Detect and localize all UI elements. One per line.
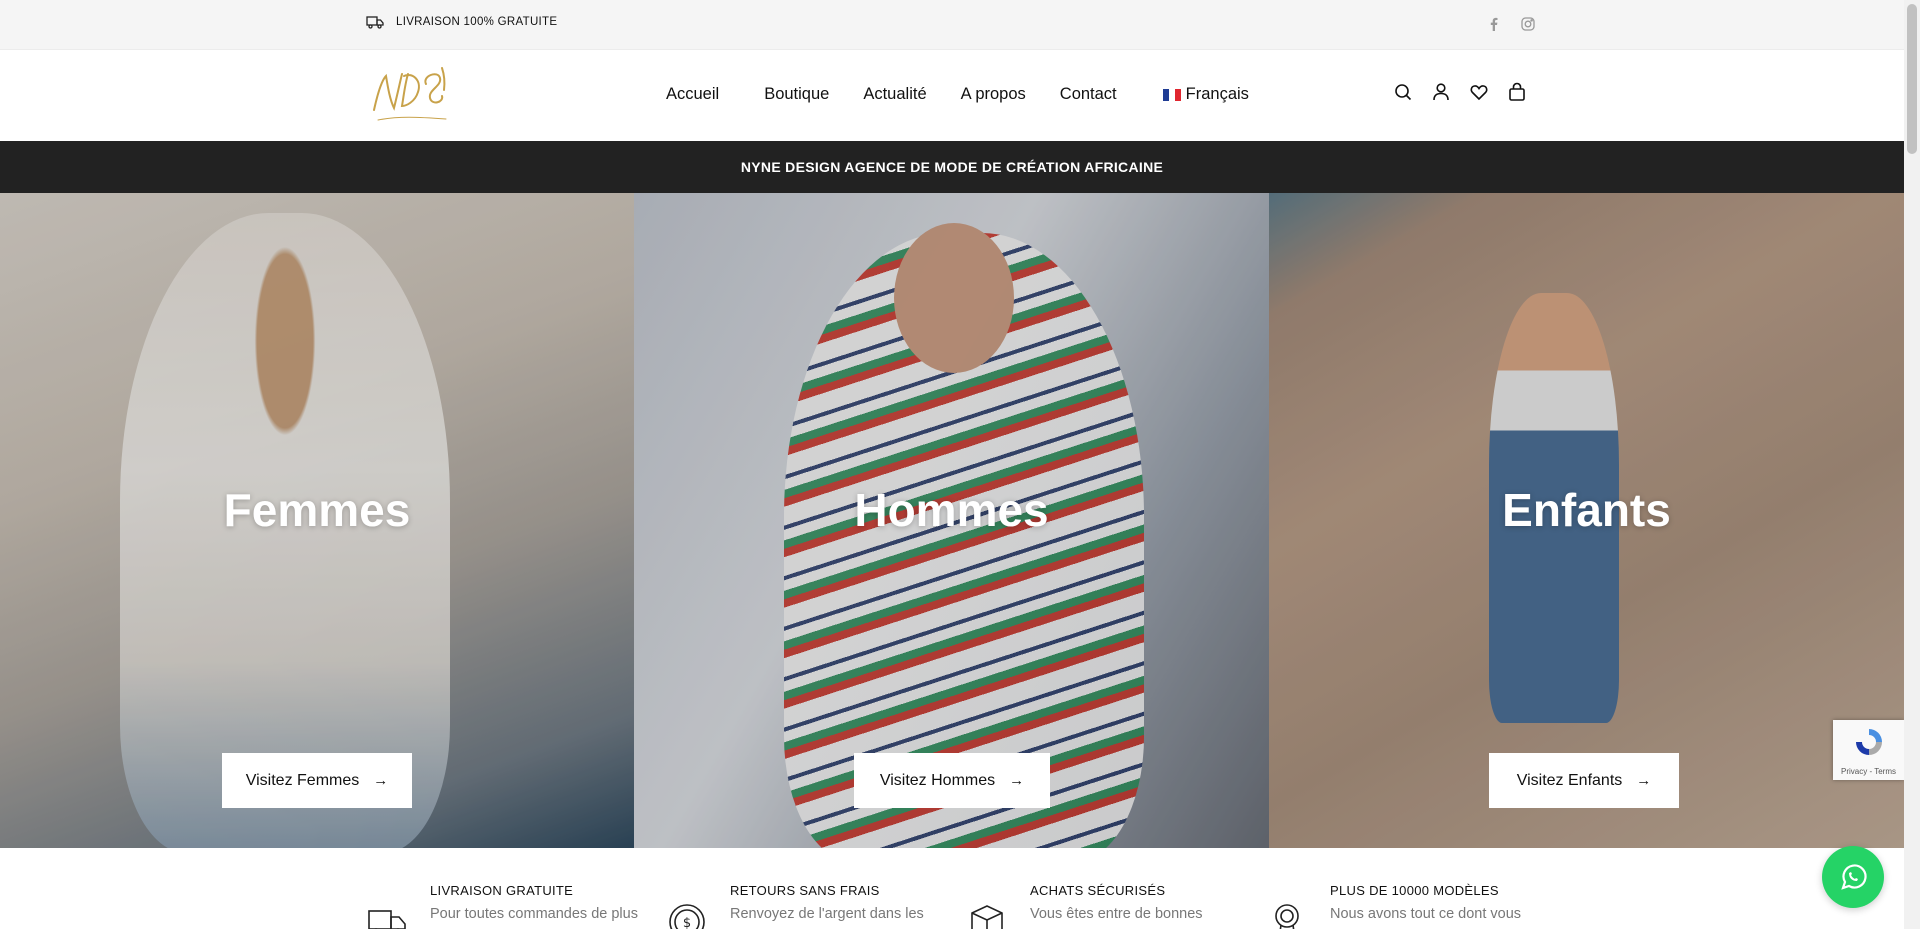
arrow-right-icon: → (373, 772, 389, 789)
feature-title: RETOURS SANS FRAIS (730, 883, 880, 898)
nav-news[interactable]: Actualité (863, 85, 926, 104)
arrow-right-icon: → (1009, 772, 1025, 789)
feature-text: Pour toutes commandes de plus (430, 906, 638, 922)
wishlist-icon[interactable] (1470, 82, 1488, 102)
visit-women-button[interactable]: Visitez Femmes → (222, 753, 412, 808)
category-title: Enfants (1502, 484, 1671, 536)
language-selector[interactable]: Français (1162, 85, 1249, 104)
recaptcha-badge[interactable]: Privacy - Terms (1833, 720, 1904, 780)
feature-item: ACHATS SÉCURISÉS Vous êtes entre de bonn… (966, 883, 1203, 929)
money-return-icon: $ (669, 904, 705, 929)
arrow-right-icon: → (1636, 772, 1652, 789)
feature-text: Nous avons tout ce dont vous (1330, 906, 1522, 922)
category-title: Femmes (223, 484, 411, 536)
button-label: Visitez Hommes (879, 771, 996, 789)
top-bar: LIVRAISON 100% GRATUITE (0, 0, 1904, 50)
category-banners: Femmes Visitez Femmes → Hommes Visitez H… (0, 193, 1904, 848)
feature-text: Renvoyez de l'argent dans les (730, 906, 924, 922)
features-row: LIVRAISON GRATUITE Pour toutes commandes… (0, 848, 1904, 929)
category-kids[interactable]: Enfants Visitez Enfants → (1269, 193, 1904, 848)
svg-text:$: $ (683, 916, 691, 929)
scrollbar-thumb[interactable] (1907, 4, 1917, 154)
social-links (1486, 16, 1536, 32)
main-header: Accueil Boutique Actualité A propos Cont… (0, 50, 1904, 141)
whatsapp-icon (1841, 864, 1867, 890)
secure-box-icon (971, 905, 1003, 929)
nav-about[interactable]: A propos (961, 85, 1026, 104)
cart-icon[interactable] (1508, 82, 1526, 102)
category-title: Hommes (854, 484, 1049, 536)
button-label: Visitez Femmes (245, 771, 360, 789)
facebook-icon[interactable] (1486, 16, 1502, 32)
brand-logo[interactable] (368, 62, 452, 128)
feature-item: PLUS DE 10000 MODÈLES Nous avons tout ce… (1266, 883, 1521, 929)
feature-text: Vous êtes entre de bonnes (1030, 906, 1203, 922)
shipping-notice: LIVRAISON 100% GRATUITE (366, 15, 557, 29)
medal-icon (1275, 904, 1299, 929)
recaptcha-links[interactable]: Privacy - Terms (1833, 767, 1904, 776)
whatsapp-button[interactable] (1822, 846, 1884, 908)
shipping-text: LIVRAISON 100% GRATUITE (396, 16, 558, 28)
feature-title: PLUS DE 10000 MODÈLES (1330, 883, 1499, 898)
recaptcha-icon (1856, 729, 1882, 755)
feature-item: LIVRAISON GRATUITE Pour toutes commandes… (366, 883, 638, 929)
category-men[interactable]: Hommes Visitez Hommes → (634, 193, 1269, 848)
announcement-bar: NYNE DESIGN AGENCE DE MODE DE CRÉATION A… (0, 141, 1904, 193)
nav-contact[interactable]: Contact (1060, 85, 1117, 104)
truck-icon (366, 16, 384, 29)
search-icon[interactable] (1394, 82, 1412, 102)
account-icon[interactable] (1432, 82, 1450, 102)
nav-shop[interactable]: Boutique (764, 85, 829, 104)
category-women[interactable]: Femmes Visitez Femmes → (0, 193, 634, 848)
main-nav: Accueil Boutique Actualité A propos Cont… (666, 85, 1249, 104)
instagram-icon[interactable] (1520, 16, 1536, 32)
page-scrollbar[interactable] (1904, 0, 1920, 929)
button-label: Visitez Enfants (1516, 771, 1623, 789)
language-label: Français (1185, 85, 1249, 103)
header-actions (1394, 82, 1526, 102)
france-flag-icon (1162, 88, 1181, 101)
feature-item: $ RETOURS SANS FRAIS Renvoyez de l'argen… (666, 883, 924, 929)
visit-men-button[interactable]: Visitez Hommes → (854, 753, 1050, 808)
visit-kids-button[interactable]: Visitez Enfants → (1489, 753, 1679, 808)
feature-title: LIVRAISON GRATUITE (430, 883, 574, 898)
nav-home[interactable]: Accueil (666, 85, 719, 104)
truck-icon (368, 910, 406, 929)
feature-title: ACHATS SÉCURISÉS (1030, 883, 1166, 898)
